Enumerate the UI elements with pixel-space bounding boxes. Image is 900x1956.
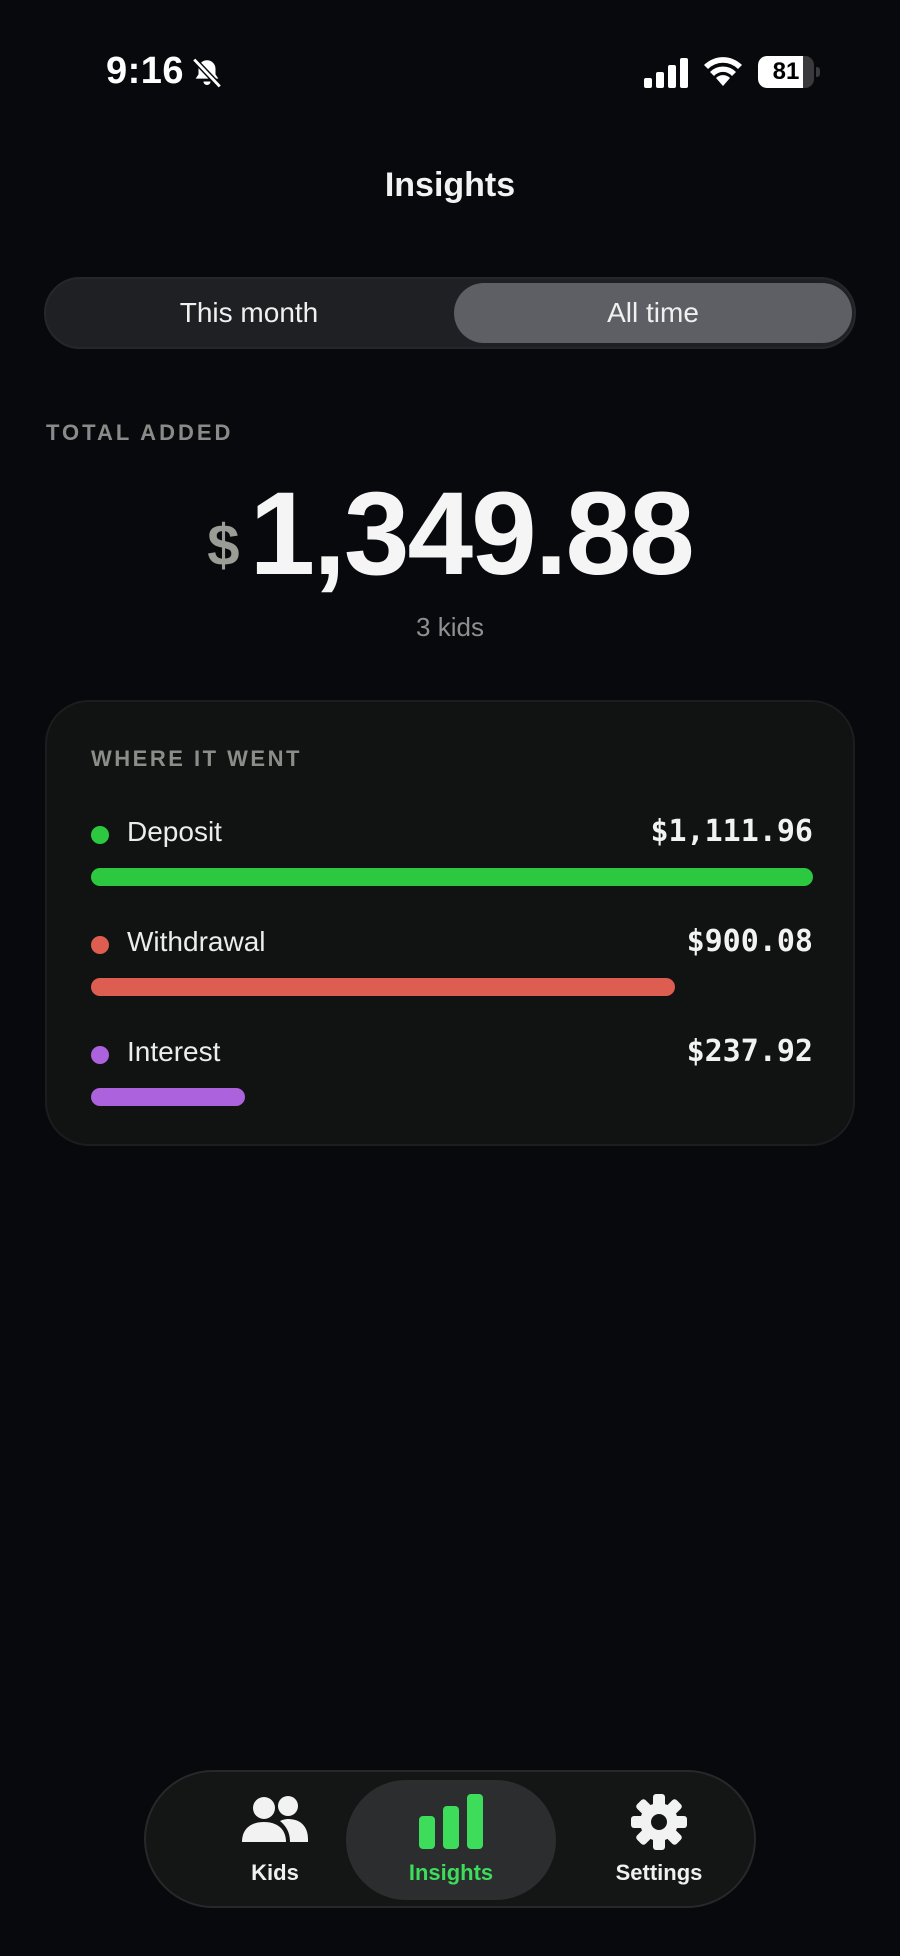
deposit-label: Deposit xyxy=(127,816,222,847)
total-amount-value: 1,349.88 xyxy=(249,468,694,600)
breakdown-title: WHERE IT WENT xyxy=(91,746,302,771)
tab-settings[interactable]: Settings xyxy=(554,1780,764,1900)
tab-insights[interactable]: Insights xyxy=(346,1780,556,1900)
gear-icon xyxy=(631,1794,687,1850)
interest-value: $237.92 xyxy=(686,1034,813,1069)
breakdown-row-deposit: Deposit $1,111.96 xyxy=(91,806,813,886)
withdrawal-dot xyxy=(91,936,109,954)
wifi-icon xyxy=(704,57,742,86)
withdrawal-bar xyxy=(91,978,675,996)
status-bar: 9:16 81 xyxy=(0,0,900,140)
tab-bar: Kids Insights Settings xyxy=(144,1770,756,1908)
tab-settings-label: Settings xyxy=(615,1860,703,1885)
bell-slash-icon xyxy=(192,57,222,89)
page-title: Insights xyxy=(384,166,516,204)
withdrawal-label: Withdrawal xyxy=(127,926,266,957)
cellular-signal-icon xyxy=(644,58,688,88)
status-time: 9:16 xyxy=(106,50,185,92)
insights-screen: 9:16 81 Insights This month All time TOT… xyxy=(0,0,900,1956)
battery-icon: 81 xyxy=(758,56,820,88)
withdrawal-value: $900.08 xyxy=(686,924,813,959)
interest-label: Interest xyxy=(127,1036,221,1067)
total-added-label: TOTAL ADDED xyxy=(46,420,234,445)
breakdown-row-withdrawal: Withdrawal $900.08 xyxy=(91,916,813,996)
breakdown-row-interest: Interest $237.92 xyxy=(91,1026,813,1106)
currency-symbol: $ xyxy=(207,513,240,578)
segment-all-time[interactable]: All time xyxy=(454,283,852,343)
bar-chart-icon xyxy=(419,1794,483,1849)
tab-insights-label: Insights xyxy=(408,1860,494,1885)
deposit-value: $1,111.96 xyxy=(650,814,813,849)
people-icon xyxy=(242,1796,308,1842)
period-toggle: This month All time xyxy=(44,277,856,349)
segment-this-month[interactable]: This month xyxy=(50,283,448,343)
battery-level: 81 xyxy=(772,58,800,85)
breakdown-card: WHERE IT WENT Deposit $1,111.96 Withdraw… xyxy=(45,700,855,1146)
total-amount: $1,349.88 xyxy=(0,468,900,600)
kids-count: 3 kids xyxy=(416,612,484,642)
interest-dot xyxy=(91,1046,109,1064)
deposit-bar xyxy=(91,868,813,886)
deposit-dot xyxy=(91,826,109,844)
interest-bar xyxy=(91,1088,245,1106)
